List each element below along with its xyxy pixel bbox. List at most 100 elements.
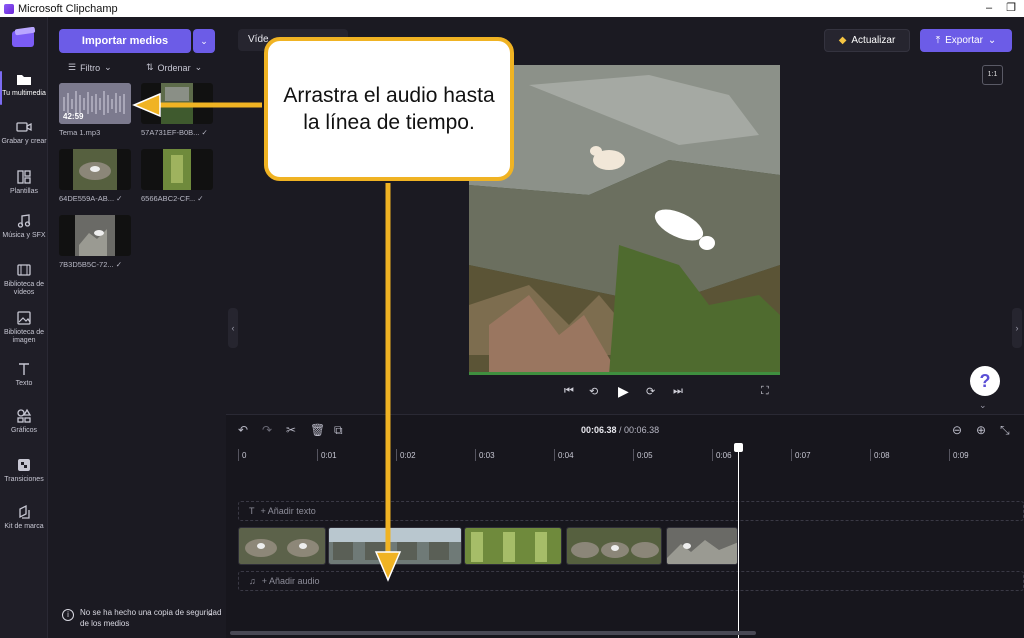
playhead[interactable] [738, 445, 739, 638]
timeline-clip[interactable] [328, 527, 462, 565]
ruler-tick [791, 449, 792, 461]
chevron-up-icon: ⌃ [206, 612, 214, 622]
media-item-video[interactable] [141, 83, 213, 124]
collapse-right-panel-button[interactable]: › [1012, 308, 1022, 348]
nav-label: Transiciones [4, 476, 44, 483]
nav-video-library[interactable]: Biblioteca de vídeos [0, 262, 48, 297]
add-text-track[interactable]: T + Añadir texto [238, 501, 1024, 521]
media-item-video[interactable] [141, 149, 213, 190]
import-media-button[interactable]: Importar medios [59, 29, 191, 53]
duration-badge: 42:59 [63, 112, 84, 121]
duplicate-icon[interactable]: ⧉ [334, 423, 343, 438]
nav-record-create[interactable]: Grabar y crear [0, 119, 48, 146]
ruler-tick-label: 0:01 [321, 451, 337, 460]
timeline-clip[interactable] [238, 527, 326, 565]
chevron-down-icon: ⌄ [200, 35, 208, 46]
redo-icon[interactable]: ↷ [262, 423, 272, 437]
video-thumbnail [59, 149, 131, 190]
sort-icon: ⇅ [146, 62, 154, 72]
text-icon [19, 363, 29, 375]
upgrade-label: Actualizar [851, 35, 896, 46]
timeline-ruler[interactable]: 0 0:01 0:02 0:03 0:04 0:05 0:06 0:07 0:08 0:09 [236, 445, 1016, 461]
backup-notice[interactable]: i No se ha hecho una copia de seguridad … [62, 607, 222, 629]
nav-text[interactable]: Texto [0, 361, 48, 388]
rewind-5-icon[interactable]: ⟲ [589, 385, 598, 398]
restore-icon[interactable]: ❐ [1004, 1, 1018, 15]
fullscreen-icon[interactable]: ⛶ [761, 385, 769, 398]
preview-frame [469, 65, 780, 375]
window-title: Microsoft Clipchamp [18, 2, 118, 15]
add-text-label: + Añadir texto [260, 506, 316, 516]
chevron-left-icon: ‹ [231, 323, 235, 333]
sort-button[interactable]: ⇅ Ordenar ⌄ [146, 62, 202, 73]
media-panel: Importar medios ⌄ ☰ Filtro ⌄ ⇅ Ordenar ⌄… [48, 17, 226, 638]
nav-label: Texto [15, 380, 33, 387]
nav-label: Grabar y crear [1, 138, 47, 145]
media-item-label: 57A731EF-B0B... ✓ [141, 128, 208, 137]
timeline-clip[interactable] [464, 527, 562, 565]
nav-your-media[interactable]: Tu multimedia [0, 71, 48, 105]
nav-brand-kit[interactable]: Kit de marca [0, 504, 48, 531]
zoom-out-icon[interactable]: ⊖ [952, 423, 962, 437]
clipchamp-logo-icon[interactable] [11, 27, 37, 49]
collapse-left-panel-button[interactable]: ‹ [228, 308, 238, 348]
timeline-clip[interactable] [666, 527, 738, 565]
nav-image-library[interactable]: Biblioteca de imagen [0, 310, 48, 345]
upgrade-button[interactable]: ◆ Actualizar [824, 29, 910, 52]
current-time: 00:06.38 [581, 425, 617, 435]
clip-thumbnail [667, 528, 737, 564]
aspect-ratio-button[interactable]: 1:1 [982, 65, 1003, 85]
templates-icon [17, 170, 31, 184]
transitions-icon [18, 459, 30, 471]
nav-templates[interactable]: Plantillas [0, 169, 48, 196]
brand-kit-icon [19, 504, 30, 519]
media-item-label: 64DE559A-AB... ✓ [59, 194, 123, 203]
timeline-scrollbar[interactable] [230, 631, 756, 635]
delete-icon[interactable]: 🗑 [310, 423, 325, 437]
timecode: 00:06.38 / 00:06.38 [581, 425, 659, 435]
import-dropdown-button[interactable]: ⌄ [193, 29, 215, 53]
add-audio-label: + Añadir audio [261, 576, 320, 586]
info-icon: i [62, 609, 74, 621]
nav-music-sfx[interactable]: Música y SFX [0, 213, 48, 240]
ruler-tick [396, 449, 397, 461]
fit-timeline-icon[interactable]: ⤡ [1000, 423, 1010, 438]
nav-label: Plantillas [9, 188, 38, 195]
zoom-in-icon[interactable]: ⊕ [976, 423, 986, 437]
filter-button[interactable]: ☰ Filtro ⌄ [68, 62, 112, 73]
export-button[interactable]: ⤒ Exportar ⌄ [920, 29, 1012, 52]
media-item-video[interactable] [59, 215, 131, 256]
play-icon[interactable]: ▶ [618, 383, 629, 400]
video-thumbnail [141, 149, 213, 190]
total-time: 00:06.38 [624, 425, 660, 435]
ruler-tick [633, 449, 634, 461]
timeline-clip[interactable] [566, 527, 662, 565]
nav-graphics[interactable]: Gráficos [0, 408, 48, 435]
time-separator: / [616, 425, 625, 435]
upload-icon: ⤒ [935, 35, 941, 46]
playhead-handle[interactable] [734, 443, 743, 452]
add-audio-track[interactable]: ♫ + Añadir audio [238, 571, 1024, 591]
video-thumbnail [141, 83, 213, 124]
skip-back-icon[interactable]: ⏮ [564, 385, 574, 398]
help-button[interactable]: ? [970, 366, 1000, 396]
minimize-icon[interactable]: – [982, 1, 996, 15]
diamond-icon: ◆ [838, 35, 847, 46]
forward-5-icon[interactable]: ⟳ [646, 385, 655, 398]
nav-transitions[interactable]: Transiciones [0, 457, 48, 484]
instruction-callout: Arrastra el audio hasta la línea de tiem… [264, 37, 514, 181]
nav-label: Gráficos [10, 427, 38, 434]
ruler-tick [554, 449, 555, 461]
split-scissors-icon[interactable]: ✂ [286, 423, 296, 437]
media-item-audio[interactable]: 42:59 [59, 83, 131, 124]
nav-label: Biblioteca de vídeos [3, 281, 45, 296]
media-item-video[interactable] [59, 149, 131, 190]
clip-thumbnail [329, 528, 461, 564]
video-preview[interactable] [469, 65, 780, 375]
nav-label: Tu multimedia [2, 90, 46, 97]
media-item-label: Tema 1.mp3 [59, 128, 101, 137]
skip-forward-icon[interactable]: ⏭ [673, 385, 683, 398]
chevron-down-icon[interactable]: ⌄ [979, 400, 987, 411]
export-label: Exportar [945, 35, 983, 46]
undo-icon[interactable]: ↶ [238, 423, 248, 437]
